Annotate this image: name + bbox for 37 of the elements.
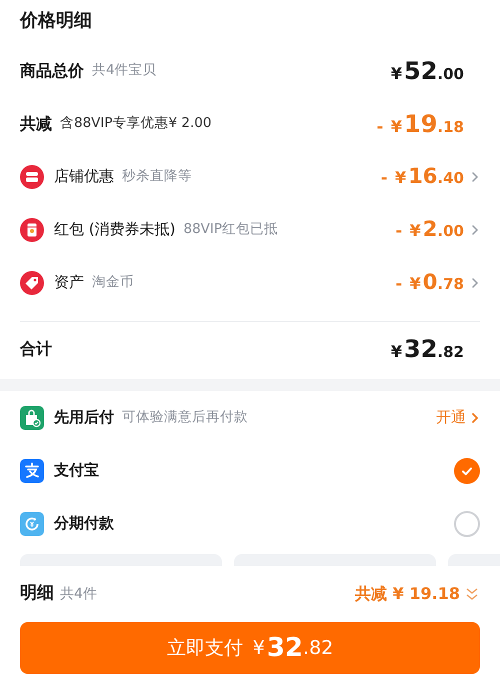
enable-link[interactable]: 开通 [436, 406, 480, 429]
envelope-icon [20, 218, 44, 242]
store-icon [20, 164, 44, 188]
row-note: 88VIP红包已抵 [183, 220, 278, 240]
payment-label: 支付宝 [54, 460, 99, 482]
row-label: 资产 [54, 272, 84, 294]
pay-button[interactable]: 立即支付 ¥32.82 [20, 622, 480, 674]
row-label: 共减 [20, 112, 52, 134]
total-price: ¥32.82 [390, 334, 464, 364]
expand-icon[interactable] [464, 586, 480, 602]
row-note: 含88VIP专享优惠¥ 2.00 [60, 114, 212, 134]
payment-label: 分期付款 [54, 513, 114, 534]
price-text: - ¥2.00 [395, 216, 464, 243]
radio-button[interactable] [454, 510, 480, 536]
section-title: 价格明细 [20, 9, 93, 33]
payment-note: 可体验满意后再付款 [122, 408, 248, 428]
row-note: 淘金币 [92, 273, 134, 292]
row-label: 红包 (消费券未抵) [54, 219, 176, 240]
price-text: - ¥19.18 [376, 108, 464, 140]
row-note: 秒杀直降等 [122, 167, 192, 186]
installment-icon [20, 512, 44, 536]
shopping-bag-icon [20, 406, 44, 430]
price-text: ¥52.00 [390, 56, 464, 86]
row-label: 商品总价 [20, 60, 84, 82]
radio-button[interactable] [454, 458, 480, 484]
detail-label: 明细 [20, 582, 54, 606]
alipay-icon [20, 458, 44, 482]
payment-label: 先用后付 [54, 407, 114, 428]
total-label: 合计 [20, 338, 52, 360]
chevron-icon [470, 410, 480, 424]
discount-total: 共减 ¥ 19.18 [355, 583, 460, 605]
tag-icon [20, 270, 44, 294]
row-note: 共4件宝贝 [92, 61, 157, 80]
item-count: 共4件 [60, 584, 97, 604]
price-text: - ¥16.40 [380, 162, 464, 190]
price-text: - ¥0.78 [395, 268, 464, 296]
row-label: 店铺优惠 [54, 166, 114, 188]
